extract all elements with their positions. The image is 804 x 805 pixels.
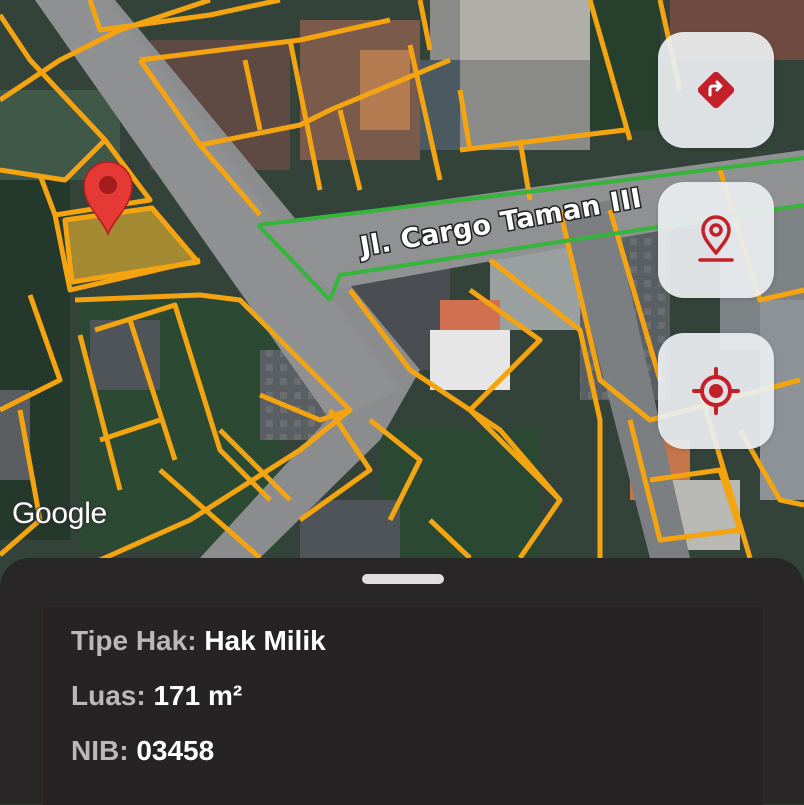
tipe-hak-row: Tipe Hak: Hak Milik: [71, 625, 326, 657]
my-location-button[interactable]: [658, 333, 774, 449]
tipe-hak-value: Hak Milik: [204, 625, 326, 656]
tipe-hak-label: Tipe Hak:: [71, 625, 205, 656]
nib-label: NIB:: [71, 735, 137, 766]
luas-value: 171 m²: [153, 680, 243, 711]
google-attribution: Google: [12, 497, 107, 530]
my-location-icon: [692, 367, 740, 415]
luas-label: Luas:: [71, 680, 154, 711]
nib-value: 03458: [136, 735, 215, 766]
nib-row: NIB: 03458: [71, 735, 214, 767]
bottom-sheet[interactable]: Tipe Hak: Hak Milik Luas: 171 m² NIB: 03…: [0, 558, 804, 805]
pin-location-button[interactable]: [658, 182, 774, 298]
sheet-drag-handle[interactable]: [362, 574, 444, 584]
location-pin-icon: [698, 215, 734, 262]
directions-button[interactable]: [658, 32, 774, 148]
directions-icon: [697, 71, 735, 109]
luas-row: Luas: 171 m²: [71, 680, 242, 712]
parcel-info-card: Tipe Hak: Hak Milik Luas: 171 m² NIB: 03…: [42, 606, 764, 805]
